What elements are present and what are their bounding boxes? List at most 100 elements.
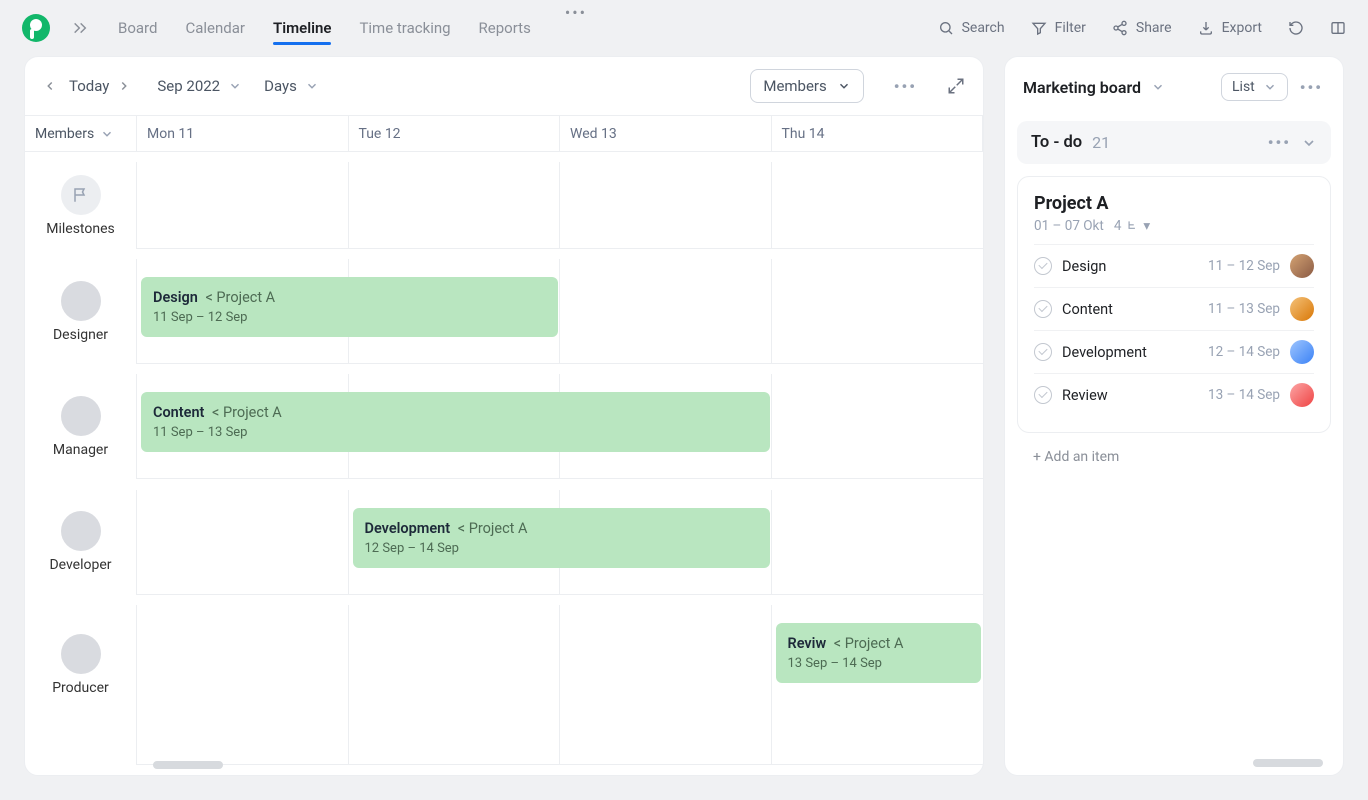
card-title: Project A (1034, 193, 1314, 214)
board-title[interactable]: Marketing board (1023, 78, 1141, 97)
assignee-avatar[interactable] (1290, 297, 1314, 321)
timeline-lane-milestones[interactable] (137, 162, 983, 249)
tab-board[interactable]: Board (118, 3, 157, 53)
assignee-avatar[interactable] (1290, 254, 1314, 278)
timeline-task[interactable]: Content < Project A 11 Sep – 13 Sep (141, 392, 770, 452)
row-name: Developer (49, 557, 111, 573)
tab-reports[interactable]: Reports (479, 3, 531, 53)
tab-calendar[interactable]: Calendar (185, 3, 245, 53)
horizontal-scrollbar-thumb[interactable] (153, 761, 223, 769)
task-checkbox[interactable] (1034, 300, 1052, 318)
layout-toggle-button[interactable] (1330, 20, 1346, 36)
card-date-range: 01 – 07 Okt (1034, 218, 1104, 234)
day-header: Thu 14 (772, 116, 984, 152)
timeline-task[interactable]: Development < Project A 12 Sep – 14 Sep (353, 508, 770, 568)
task-checkbox[interactable] (1034, 386, 1052, 404)
timeline-lane-manager[interactable]: Content < Project A 11 Sep – 13 Sep (137, 374, 983, 479)
task-title: Reviw (788, 635, 827, 652)
tabs-more-button[interactable]: ••• (559, 3, 593, 53)
tab-timeline[interactable]: Timeline (273, 3, 331, 53)
export-button[interactable]: Export (1198, 20, 1262, 36)
project-card[interactable]: Project A 01 – 07 Okt 4 ▾ Design11 – 12 … (1017, 176, 1331, 433)
task-title: Development (365, 520, 451, 537)
task-range: 13 – 14 Sep (1208, 387, 1280, 403)
timeline-more-button[interactable]: ••• (886, 77, 925, 96)
card-subtasks: 4 ▾ (1114, 218, 1150, 234)
top-bar: Board Calendar Timeline Time tracking Re… (0, 0, 1368, 56)
export-label: Export (1222, 20, 1262, 36)
task-row[interactable]: Content11 – 13 Sep (1034, 287, 1314, 330)
day-header: Tue 12 (349, 116, 561, 152)
top-actions: Search Filter Share Export (938, 20, 1346, 36)
row-label-developer: Developer (25, 490, 137, 595)
panel-icon (1330, 20, 1346, 36)
month-picker[interactable]: Sep 2022 (157, 77, 242, 95)
timeline-task[interactable]: Reviw < Project A13 Sep – 14 Sep (776, 623, 982, 683)
avatar (61, 511, 101, 551)
card-subtasks-count: 4 (1114, 218, 1122, 234)
view-label: List (1232, 79, 1255, 95)
prev-period-button[interactable] (43, 79, 61, 93)
timeline-lane-designer[interactable]: Design < Project A11 Sep – 12 Sep (137, 259, 983, 364)
task-checkbox[interactable] (1034, 343, 1052, 361)
task-row[interactable]: Design11 – 12 Sep (1034, 244, 1314, 287)
day-header: Mon 11 (137, 116, 349, 152)
avatar (61, 281, 101, 321)
share-icon (1112, 20, 1128, 36)
task-name: Content (1062, 301, 1198, 318)
timeline-panel: Today Sep 2022 Days Members (24, 56, 984, 776)
row-label-manager: Manager (25, 374, 137, 479)
board-scrollbar-thumb[interactable] (1253, 759, 1323, 767)
task-name: Development (1062, 344, 1198, 361)
task-row[interactable]: Review13 – 14 Sep (1034, 373, 1314, 416)
section-more-button[interactable]: ••• (1268, 133, 1291, 152)
row-name: Producer (52, 680, 109, 696)
fullscreen-button[interactable] (947, 77, 965, 95)
filter-label: Filter (1055, 20, 1086, 36)
refresh-button[interactable] (1288, 20, 1304, 36)
assignee-avatar[interactable] (1290, 340, 1314, 364)
search-icon (938, 20, 954, 36)
tab-time-tracking[interactable]: Time tracking (359, 3, 450, 53)
task-row[interactable]: Development12 – 14 Sep (1034, 330, 1314, 373)
timeline-task[interactable]: Design < Project A11 Sep – 12 Sep (141, 277, 558, 337)
section-collapse-button[interactable] (1301, 135, 1317, 151)
chevron-down-icon[interactable] (1151, 80, 1165, 94)
share-button[interactable]: Share (1112, 20, 1172, 36)
timeline-lane-developer[interactable]: Development < Project A 12 Sep – 14 Sep (137, 490, 983, 595)
task-dates: 12 Sep – 14 Sep (365, 541, 758, 556)
chevron-down-icon (1263, 80, 1277, 94)
group-by-picker[interactable]: Members (750, 69, 863, 103)
task-title: Content (153, 404, 204, 421)
month-label: Sep 2022 (157, 77, 220, 95)
scale-label: Days (264, 77, 297, 95)
app-logo[interactable] (22, 14, 50, 42)
task-project: < Project A (212, 404, 282, 421)
row-name: Milestones (46, 221, 115, 237)
members-header-label: Members (35, 126, 94, 142)
assignee-avatar[interactable] (1290, 383, 1314, 407)
add-item-button[interactable]: + Add an item (1017, 443, 1331, 477)
members-column-header[interactable]: Members (25, 116, 137, 152)
chevron-down-icon (100, 127, 114, 141)
task-project: < Project A (205, 289, 275, 306)
today-button[interactable]: Today (69, 77, 109, 95)
timeline-toolbar: Today Sep 2022 Days Members (25, 57, 983, 116)
task-project: < Project A (458, 520, 528, 537)
search-button[interactable]: Search (938, 20, 1005, 36)
task-dates: 11 Sep – 12 Sep (153, 310, 546, 325)
collapse-sidebar-button[interactable] (72, 20, 92, 36)
view-picker[interactable]: List (1221, 73, 1288, 101)
board-more-button[interactable]: ••• (1298, 78, 1325, 97)
group-by-label: Members (763, 77, 826, 95)
task-dates: 11 Sep – 13 Sep (153, 425, 758, 440)
avatar (61, 396, 101, 436)
task-checkbox[interactable] (1034, 257, 1052, 275)
filter-button[interactable]: Filter (1031, 20, 1086, 36)
task-dates: 13 Sep – 14 Sep (788, 656, 970, 671)
timeline-lane-producer[interactable]: Reviw < Project A13 Sep – 14 Sep (137, 605, 983, 765)
refresh-icon (1288, 20, 1304, 36)
section-header[interactable]: To - do 21 ••• (1017, 121, 1331, 164)
scale-picker[interactable]: Days (264, 77, 319, 95)
next-period-button[interactable] (117, 79, 135, 93)
